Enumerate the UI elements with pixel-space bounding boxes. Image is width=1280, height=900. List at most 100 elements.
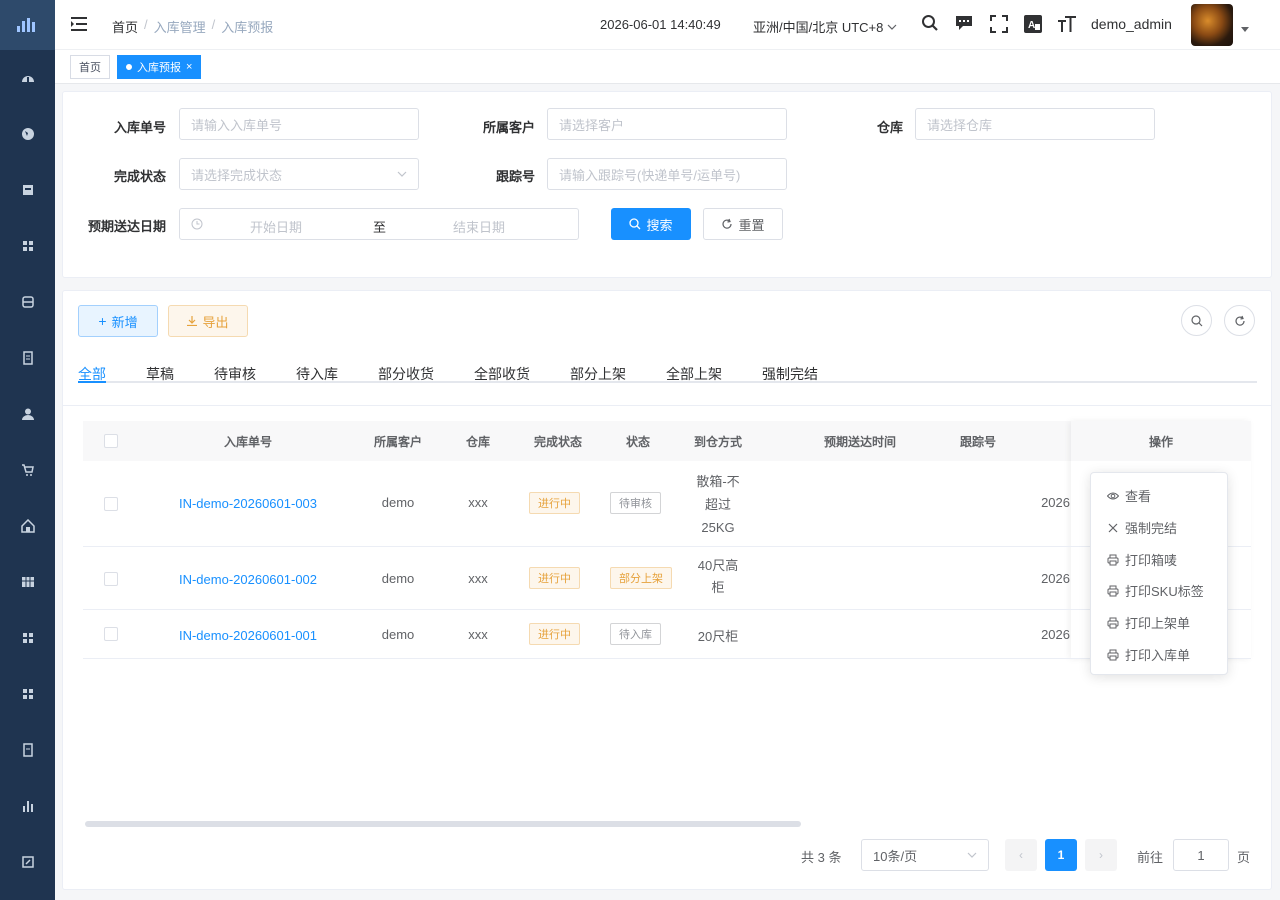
tracking-input[interactable]: 请输入跟踪号(快递单号/运单号) bbox=[547, 158, 787, 190]
active-dot-icon bbox=[126, 64, 132, 70]
table-icon[interactable] bbox=[0, 566, 55, 598]
completion-badge: 进行中 bbox=[529, 567, 580, 589]
column-header[interactable]: 到仓方式 bbox=[678, 433, 758, 450]
select-all-checkbox[interactable] bbox=[104, 434, 118, 448]
logo-icon[interactable] bbox=[0, 0, 55, 50]
warehouse-label: 仓库 bbox=[876, 120, 903, 135]
menu-item-print-box-label[interactable]: 打印箱唛 bbox=[1107, 550, 1177, 569]
column-header[interactable]: 预期送达时间 bbox=[790, 433, 930, 450]
edit-icon[interactable] bbox=[0, 846, 55, 878]
column-header[interactable]: 完成状态 bbox=[518, 433, 598, 450]
order-no-link[interactable]: IN-demo-20260601-003 bbox=[158, 496, 338, 511]
user-icon[interactable] bbox=[0, 398, 55, 430]
row-divider bbox=[83, 658, 1251, 659]
column-header: 操作 bbox=[1148, 435, 1173, 449]
column-header[interactable]: 跟踪号 bbox=[938, 433, 1018, 450]
column-header[interactable]: 状态 bbox=[608, 433, 668, 450]
breadcrumb-current: 入库预报 bbox=[221, 20, 274, 35]
page-size-select[interactable]: 10条/页 bbox=[861, 839, 989, 871]
message-icon[interactable] bbox=[955, 15, 973, 35]
goto-label: 前往 bbox=[1137, 850, 1164, 865]
status-select[interactable]: 请选择完成状态 bbox=[179, 158, 419, 190]
status-badge: 待审核 bbox=[610, 492, 661, 514]
search-icon bbox=[629, 218, 641, 230]
refresh-button[interactable] bbox=[1224, 305, 1255, 336]
date-separator: 至 bbox=[373, 220, 387, 235]
warehouse-cell: xxx bbox=[468, 495, 488, 510]
chevron-left-icon: ‹ bbox=[1019, 848, 1023, 862]
row-checkbox[interactable] bbox=[104, 627, 118, 641]
breadcrumb-home[interactable]: 首页 bbox=[112, 17, 138, 36]
customer-cell: demo bbox=[381, 495, 415, 510]
add-button[interactable]: + 新增 bbox=[78, 305, 158, 337]
username[interactable]: demo_admin bbox=[1091, 16, 1172, 32]
date-label: 预期送达日期 bbox=[87, 219, 166, 234]
page-number-button[interactable]: 1 bbox=[1045, 839, 1077, 871]
order-no-input[interactable]: 请输入入库单号 bbox=[179, 108, 419, 140]
order-no-link[interactable]: IN-demo-20260601-002 bbox=[158, 572, 338, 587]
dashboard-icon[interactable] bbox=[0, 62, 55, 94]
apps-icon[interactable] bbox=[0, 622, 55, 654]
toggle-search-button[interactable] bbox=[1181, 305, 1212, 336]
globe-icon[interactable] bbox=[0, 118, 55, 150]
svg-text:A: A bbox=[1028, 20, 1035, 31]
chevron-right-icon: › bbox=[1099, 848, 1103, 862]
tag-home[interactable]: 首页 bbox=[70, 55, 110, 79]
row-divider bbox=[83, 609, 1251, 610]
tabs-divider bbox=[78, 381, 1257, 383]
apps-icon[interactable] bbox=[0, 678, 55, 710]
printer-icon bbox=[1107, 554, 1119, 565]
timezone-select[interactable]: 亚洲/中国/北京 UTC+8 bbox=[753, 17, 897, 36]
row-divider bbox=[83, 546, 1251, 547]
apps-icon[interactable] bbox=[0, 230, 55, 262]
date-start[interactable]: 开始日期 bbox=[250, 217, 302, 236]
font-size-icon[interactable] bbox=[1057, 14, 1077, 37]
menu-item-force-complete[interactable]: 强制完结 bbox=[1107, 518, 1177, 537]
document-icon[interactable] bbox=[0, 342, 55, 374]
warehouse-select[interactable]: 请选择仓库 bbox=[915, 108, 1155, 140]
reset-button[interactable]: 重置 bbox=[703, 208, 783, 240]
product-icon[interactable] bbox=[0, 174, 55, 206]
column-header[interactable]: 所属客户 bbox=[358, 433, 438, 450]
printer-icon bbox=[1107, 617, 1119, 628]
chevron-down-icon bbox=[967, 852, 977, 858]
database-icon[interactable] bbox=[0, 286, 55, 318]
column-header[interactable]: 仓库 bbox=[448, 433, 508, 450]
menu-item-print-inbound[interactable]: 打印入库单 bbox=[1107, 645, 1190, 664]
cart-icon[interactable] bbox=[0, 454, 55, 486]
date-cell: 2026 bbox=[1041, 495, 1070, 510]
menu-item-print-shelving[interactable]: 打印上架单 bbox=[1107, 613, 1190, 632]
report-icon[interactable] bbox=[0, 734, 55, 766]
date-end[interactable]: 结束日期 bbox=[453, 217, 505, 236]
customer-select[interactable]: 请选择客户 bbox=[547, 108, 787, 140]
search-icon[interactable] bbox=[921, 14, 939, 35]
close-icon[interactable]: × bbox=[186, 61, 192, 73]
fullscreen-icon[interactable] bbox=[990, 15, 1008, 36]
tab-active-bar bbox=[78, 381, 106, 383]
warehouse-icon[interactable] bbox=[0, 510, 55, 542]
export-button[interactable]: 导出 bbox=[168, 305, 248, 337]
status-label: 完成状态 bbox=[113, 169, 166, 184]
menu-fold-icon[interactable] bbox=[71, 17, 87, 34]
prev-page-button[interactable]: ‹ bbox=[1005, 839, 1037, 871]
menu-item-view[interactable]: 查看 bbox=[1107, 486, 1151, 505]
close-icon bbox=[1108, 523, 1118, 532]
chevron-down-icon bbox=[397, 171, 407, 177]
row-checkbox[interactable] bbox=[104, 572, 118, 586]
goto-page-input[interactable]: 1 bbox=[1173, 839, 1229, 871]
date-range-picker[interactable]: 开始日期 至 结束日期 bbox=[179, 208, 579, 240]
breadcrumb-inbound[interactable]: 入库管理 bbox=[154, 17, 206, 36]
menu-item-print-sku-label[interactable]: 打印SKU标签 bbox=[1107, 581, 1204, 600]
row-checkbox[interactable] bbox=[104, 497, 118, 511]
avatar[interactable] bbox=[1191, 4, 1233, 46]
search-button[interactable]: 搜索 bbox=[611, 208, 691, 240]
next-page-button[interactable]: › bbox=[1085, 839, 1117, 871]
order-no-link[interactable]: IN-demo-20260601-001 bbox=[158, 628, 338, 643]
caret-down-icon[interactable] bbox=[1241, 21, 1249, 36]
horizontal-scrollbar[interactable] bbox=[85, 821, 801, 827]
language-icon[interactable]: A bbox=[1024, 15, 1042, 36]
bar-chart-icon[interactable] bbox=[0, 790, 55, 822]
search-icon bbox=[1190, 314, 1202, 326]
column-header[interactable]: 入库单号 bbox=[158, 433, 338, 450]
tag-inbound-forecast[interactable]: 入库预报 × bbox=[117, 55, 202, 79]
